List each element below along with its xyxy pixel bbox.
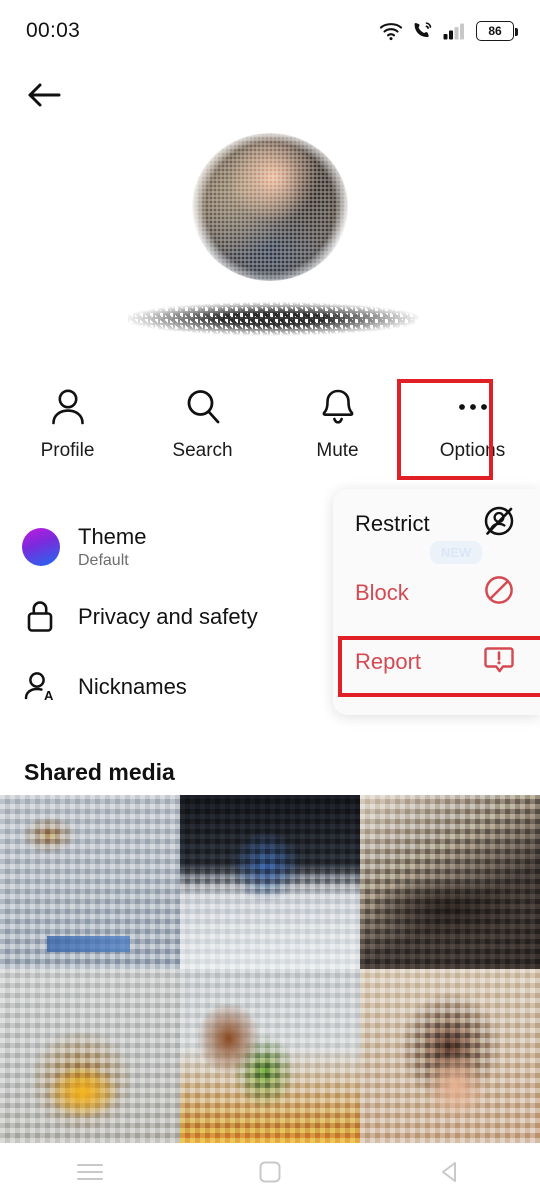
back-button[interactable] xyxy=(24,78,64,116)
status-bar-icons: 86 xyxy=(379,21,518,41)
quick-actions-row: Profile Search Mute Options xyxy=(0,375,540,480)
menu-lines-icon[interactable] xyxy=(45,1149,135,1195)
menu-item-block[interactable]: Block xyxy=(333,558,540,627)
menu-item-restrict-label: Restrict xyxy=(355,510,430,536)
block-circle-slash-icon xyxy=(482,573,516,612)
status-bar: 00:03 86 xyxy=(0,0,540,62)
settings-item-theme-sublabel: Default xyxy=(78,552,129,570)
back-arrow-icon xyxy=(26,80,62,115)
menu-item-report[interactable]: Report xyxy=(333,627,540,696)
lock-icon xyxy=(22,597,78,637)
action-search[interactable]: Search xyxy=(135,375,270,480)
bell-icon xyxy=(318,384,358,430)
battery-icon: 86 xyxy=(476,21,518,41)
action-mute-label: Mute xyxy=(316,440,359,461)
menu-item-block-label: Block xyxy=(355,579,409,605)
restrict-person-icon xyxy=(482,504,516,543)
action-options[interactable]: Options xyxy=(405,375,540,480)
settings-item-theme[interactable]: Theme Default xyxy=(0,512,340,582)
media-thumbnail[interactable] xyxy=(0,795,180,969)
theme-color-circle-icon xyxy=(22,528,78,566)
settings-list: Theme Default Privacy and safety A Nickn… xyxy=(0,512,340,722)
action-options-label: Options xyxy=(439,440,506,461)
triangle-back-icon[interactable] xyxy=(405,1149,495,1195)
action-profile[interactable]: Profile xyxy=(0,375,135,480)
call-signal-icon xyxy=(412,21,434,41)
svg-text:A: A xyxy=(44,688,54,703)
media-thumbnail[interactable] xyxy=(360,969,540,1143)
menu-item-restrict[interactable]: Restrict NEW xyxy=(333,489,540,564)
menu-item-report-label: Report xyxy=(355,648,422,674)
shared-media-grid xyxy=(0,795,540,1143)
wifi-icon xyxy=(379,21,403,41)
action-search-label: Search xyxy=(172,440,233,461)
settings-item-privacy-label: Privacy and safety xyxy=(78,604,258,630)
media-thumbnail[interactable] xyxy=(180,795,360,969)
person-letter-a-icon: A xyxy=(22,667,78,707)
chat-details-screen: 00:03 86 Profile Search Mute Options The… xyxy=(0,0,540,1200)
report-exclamation-bubble-icon xyxy=(482,642,516,681)
settings-item-privacy-and-safety[interactable]: Privacy and safety xyxy=(0,582,340,652)
avatar-pixelation-overlay xyxy=(192,133,348,281)
media-thumbnail[interactable] xyxy=(0,969,180,1143)
square-icon[interactable] xyxy=(225,1149,315,1195)
settings-item-nicknames-label: Nicknames xyxy=(78,674,187,700)
contact-name-redacted xyxy=(128,299,418,337)
search-icon xyxy=(183,384,223,430)
battery-level-text: 86 xyxy=(488,24,502,38)
settings-item-nicknames[interactable]: A Nicknames xyxy=(0,652,340,722)
status-bar-clock: 00:03 xyxy=(26,19,81,42)
options-dropdown-menu: Restrict NEW Block Report xyxy=(333,489,540,715)
person-icon xyxy=(48,384,88,430)
android-navigation-bar xyxy=(0,1143,540,1200)
settings-item-theme-label: Theme xyxy=(78,523,147,549)
media-thumbnail[interactable] xyxy=(360,795,540,969)
action-mute[interactable]: Mute xyxy=(270,375,405,480)
action-profile-label: Profile xyxy=(40,440,95,461)
shared-media-title: Shared media xyxy=(24,759,175,785)
three-dots-icon xyxy=(453,384,493,430)
cellular-signal-icon xyxy=(443,21,467,41)
media-thumbnail[interactable] xyxy=(180,969,360,1143)
